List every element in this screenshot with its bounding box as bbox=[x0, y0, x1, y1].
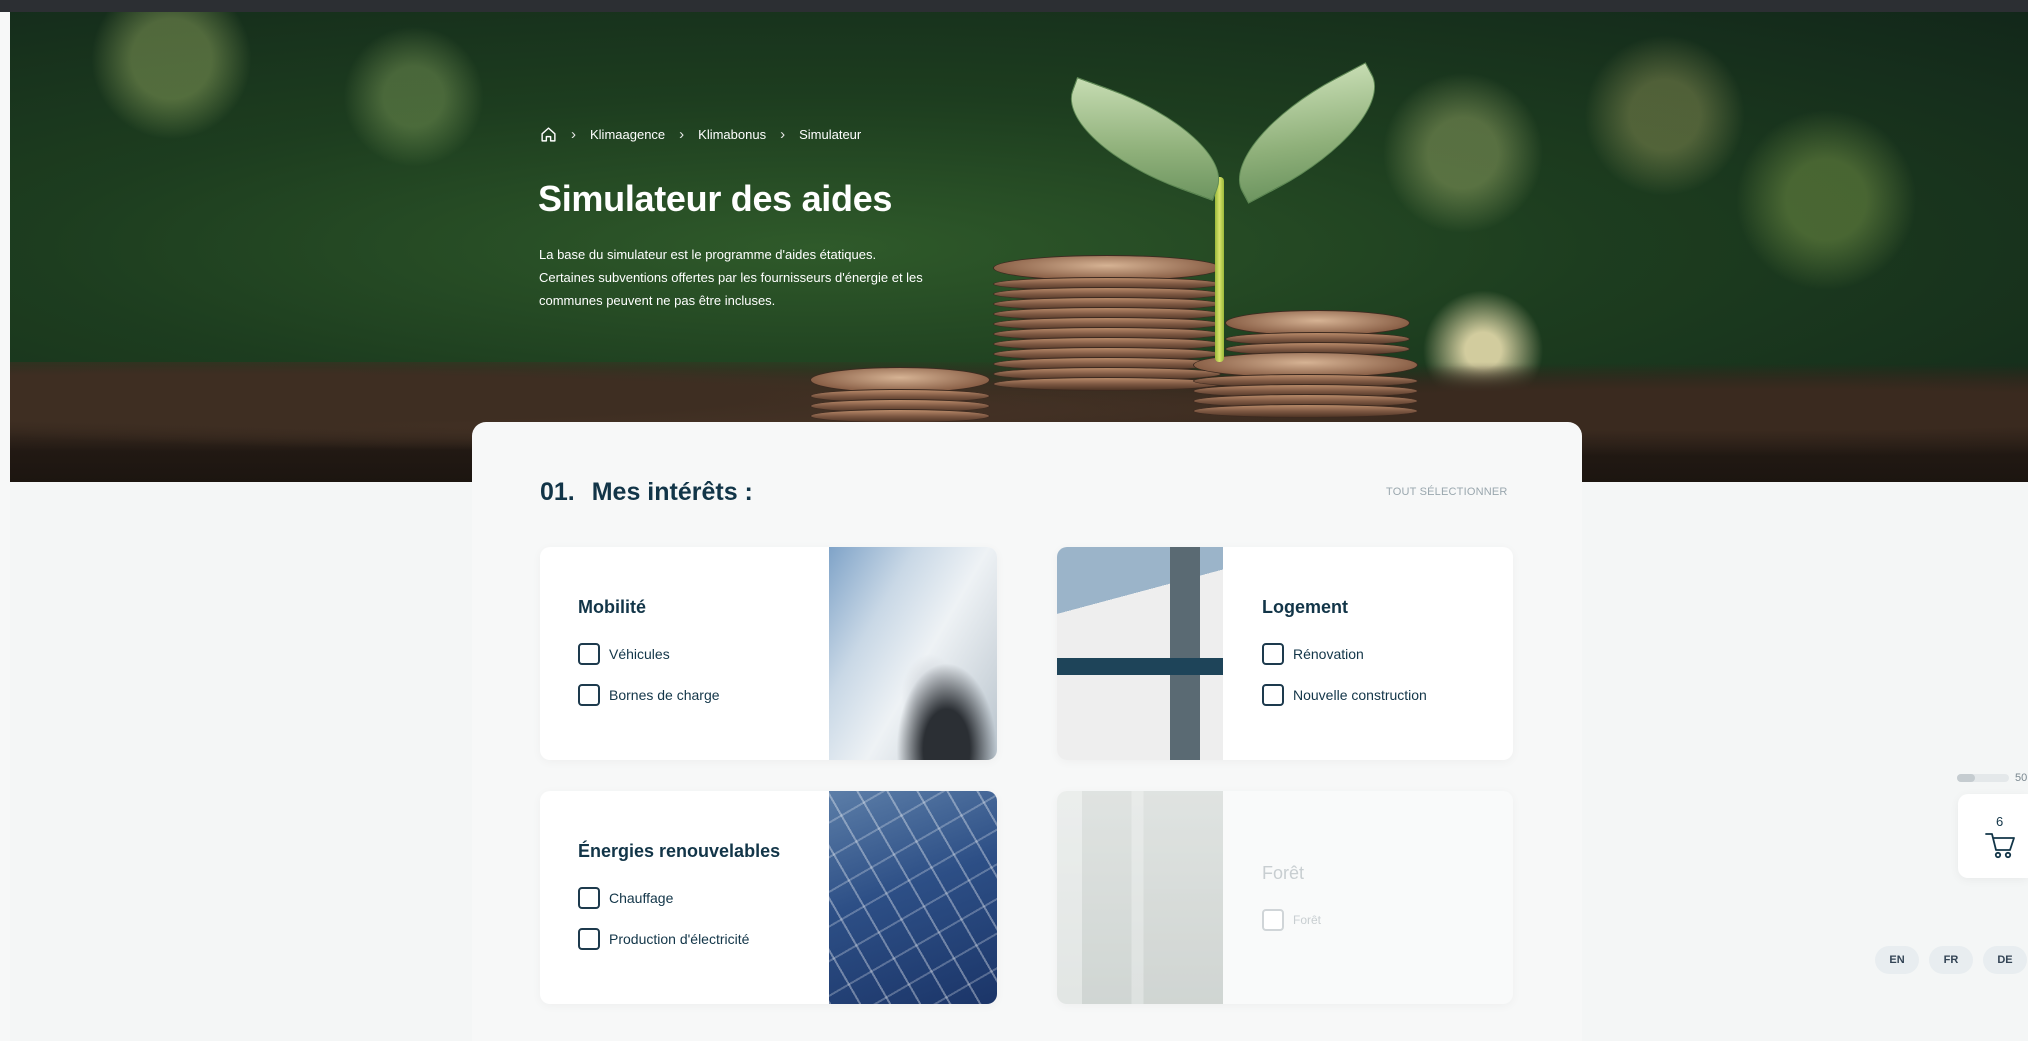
card-title-mobilite: Mobilité bbox=[578, 597, 646, 617]
card-energies-renouvelables: Énergies renouvelables Chauffage Product… bbox=[540, 791, 997, 1004]
card-title-energies: Énergies renouvelables bbox=[578, 841, 781, 861]
option-label: Chauffage bbox=[609, 890, 674, 906]
option-foret: Forêt bbox=[1262, 909, 1321, 931]
left-edge bbox=[0, 12, 10, 1041]
image-house bbox=[1057, 547, 1223, 760]
cart-icon bbox=[1985, 833, 2015, 859]
coin-stack-tall bbox=[993, 255, 1221, 391]
option-label: Production d'électricité bbox=[609, 931, 750, 947]
hero-description-line: Certaines subventions offertes par les f… bbox=[539, 270, 923, 285]
cart-count: 6 bbox=[1996, 814, 2004, 829]
checkbox bbox=[1262, 909, 1284, 931]
option-label: Véhicules bbox=[609, 646, 670, 662]
option-label: Nouvelle construction bbox=[1293, 687, 1427, 703]
hero-description-line: La base du simulateur est le programme d… bbox=[539, 247, 877, 262]
option-label: Forêt bbox=[1293, 913, 1322, 927]
option-renovation[interactable]: Rénovation bbox=[1262, 643, 1364, 665]
section-title-text: Mes intérêts : bbox=[591, 478, 753, 506]
progress-fill bbox=[1957, 774, 1976, 782]
select-all-link[interactable]: TOUT SÉLECTIONNER bbox=[1386, 486, 1508, 498]
checkbox[interactable] bbox=[578, 928, 600, 950]
option-label: Rénovation bbox=[1293, 646, 1364, 662]
progress-label: 50 bbox=[2015, 772, 2028, 784]
checkbox[interactable] bbox=[578, 684, 600, 706]
card-logement: Logement Rénovation Nouvelle constructio… bbox=[1057, 547, 1513, 760]
card-title-foret: Forêt bbox=[1262, 863, 1305, 883]
lang-de-button[interactable]: DE bbox=[1983, 946, 2027, 974]
page-title: Simulateur des aides bbox=[538, 178, 893, 219]
option-vehicules[interactable]: Véhicules bbox=[578, 643, 670, 665]
breadcrumb-item-klimabonus[interactable]: Klimabonus bbox=[698, 127, 766, 142]
card-mobilite: Mobilité Véhicules Bornes de charge bbox=[540, 547, 997, 760]
coin-stack-small bbox=[810, 367, 990, 423]
lang-en-button[interactable]: EN bbox=[1875, 946, 1919, 974]
checkbox[interactable] bbox=[578, 887, 600, 909]
hero-description: La base du simulateur est le programme d… bbox=[539, 243, 959, 312]
plant-leaf-right bbox=[1215, 62, 1399, 204]
breadcrumb-item-klimaagence[interactable]: Klimaagence bbox=[590, 127, 665, 142]
language-switcher: EN FR DE bbox=[1875, 946, 2027, 974]
breadcrumb-item-current: Simulateur bbox=[799, 127, 862, 142]
cart-button[interactable]: 6 bbox=[1958, 794, 2028, 878]
image-forest bbox=[1057, 791, 1223, 1004]
option-nouvelle-construction[interactable]: Nouvelle construction bbox=[1262, 684, 1427, 706]
coin-stack-front bbox=[1193, 352, 1418, 418]
hero-banner bbox=[10, 12, 2028, 482]
progress-indicator: 50 bbox=[1957, 772, 2027, 784]
plant-leaf-left bbox=[1053, 77, 1237, 201]
browser-top-bar bbox=[0, 0, 2028, 12]
home-icon[interactable] bbox=[540, 126, 557, 143]
card-foret: Forêt Forêt bbox=[1057, 791, 1513, 1004]
image-ev-charging bbox=[829, 547, 997, 760]
breadcrumb: › Klimaagence › Klimabonus › Simulateur bbox=[540, 126, 861, 143]
chevron-right-icon: › bbox=[780, 126, 786, 143]
chevron-right-icon: › bbox=[679, 126, 685, 143]
option-label: Bornes de charge bbox=[609, 687, 720, 703]
checkbox[interactable] bbox=[1262, 643, 1284, 665]
chevron-right-icon: › bbox=[571, 126, 576, 143]
card-title-logement: Logement bbox=[1262, 597, 1349, 617]
checkbox[interactable] bbox=[578, 643, 600, 665]
checkbox[interactable] bbox=[1262, 684, 1284, 706]
option-bornes-de-charge[interactable]: Bornes de charge bbox=[578, 684, 720, 706]
plant-stem bbox=[1215, 177, 1224, 362]
section-title: 01. Mes intérêts : bbox=[540, 478, 753, 507]
lang-fr-button[interactable]: FR bbox=[1929, 946, 1973, 974]
image-solar-panels bbox=[829, 791, 997, 1004]
hero-description-line: communes peuvent ne pas être incluses. bbox=[539, 293, 776, 308]
coin-stack-medium bbox=[1225, 310, 1410, 356]
section-number: 01. bbox=[540, 478, 575, 506]
progress-track bbox=[1957, 774, 2009, 782]
option-production-electricite[interactable]: Production d'électricité bbox=[578, 928, 749, 950]
option-chauffage[interactable]: Chauffage bbox=[578, 887, 673, 909]
